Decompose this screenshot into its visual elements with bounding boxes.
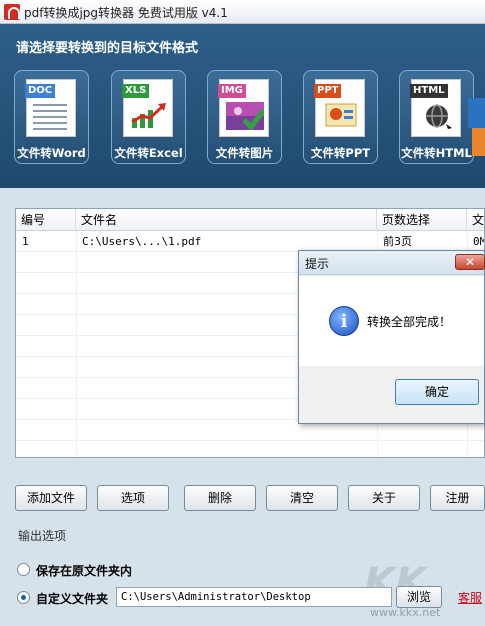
app-icon xyxy=(4,4,20,20)
output-path-input[interactable]: C:\Users\Administrator\Desktop xyxy=(116,587,392,607)
format-header: 请选择要转换到的目标文件格式 DOC 文件转Word XLS 文件转Excel … xyxy=(0,24,485,188)
row-filename: C:\Users\...\1.pdf xyxy=(82,235,202,248)
chart-arrow-icon xyxy=(131,103,166,128)
save-original-radio[interactable] xyxy=(17,563,30,576)
slide-icon xyxy=(325,103,357,127)
custom-folder-label[interactable]: 自定义文件夹 xyxy=(36,590,108,607)
row-index: 1 xyxy=(22,235,29,248)
format-tile-label: 文件转PPT xyxy=(310,146,371,160)
save-original-label[interactable]: 保存在原文件夹内 xyxy=(36,562,132,579)
dialog-body: i 转换全部完成！ xyxy=(299,276,484,366)
support-link[interactable]: 客服 xyxy=(458,589,482,606)
column-header-index[interactable]: 编号 xyxy=(16,209,76,231)
globe-icon xyxy=(426,104,452,129)
excel-doc-icon: XLS xyxy=(122,79,173,137)
info-icon: i xyxy=(329,306,359,336)
table-row[interactable]: 1 C:\Users\...\1.pdf 前3页 0M xyxy=(16,231,484,252)
format-tile-image[interactable]: IMG 文件转图片 xyxy=(207,70,282,164)
ok-button[interactable]: 确定 xyxy=(395,379,479,405)
brand-logo-partial xyxy=(468,98,485,158)
output-section-title: 输出选项 xyxy=(18,529,67,543)
dialog-title: 提示 xyxy=(305,257,330,271)
format-tile-label: 文件转HTML xyxy=(401,146,472,160)
close-icon[interactable]: ✕ xyxy=(455,254,485,270)
title-bar: pdf转换成jpg转换器 免费试用版 v4.1 xyxy=(0,0,485,24)
window-title: pdf转换成jpg转换器 免费试用版 v4.1 xyxy=(24,6,228,20)
clear-button[interactable]: 清空 xyxy=(266,485,338,511)
format-tile-label: 文件转Word xyxy=(17,146,86,160)
column-header-filename[interactable]: 文件名 xyxy=(76,209,377,231)
about-button[interactable]: 关于 xyxy=(348,485,420,511)
delete-button[interactable]: 删除 xyxy=(184,485,256,511)
dialog-title-bar: 提示 ✕ xyxy=(299,251,485,275)
image-doc-icon: IMG xyxy=(218,79,269,137)
row-status: 0M xyxy=(473,235,485,248)
register-button[interactable]: 注册 xyxy=(430,485,485,511)
format-tile-label: 文件转Excel xyxy=(114,146,183,160)
format-tile-label: 文件转图片 xyxy=(215,146,274,160)
ppt-doc-icon: PPT xyxy=(314,79,365,137)
format-tile-ppt[interactable]: PPT 文件转PPT xyxy=(303,70,378,164)
column-header-status[interactable]: 文 xyxy=(467,209,484,231)
format-heading: 请选择要转换到的目标文件格式 xyxy=(16,41,199,56)
format-tile-word[interactable]: DOC 文件转Word xyxy=(14,70,89,164)
word-doc-icon: DOC xyxy=(25,79,76,137)
table-header: 编号 文件名 页数选择 文 xyxy=(16,209,484,231)
row-pages[interactable]: 前3页 xyxy=(377,231,467,252)
completion-dialog: 提示 ✕ i 转换全部完成！ 确定 xyxy=(298,250,485,424)
options-button[interactable]: 选项 xyxy=(97,485,169,511)
format-tile-html[interactable]: HTML 文件转HTML xyxy=(399,70,474,164)
browse-button[interactable]: 浏览 xyxy=(396,586,442,608)
add-file-button[interactable]: 添加文件 xyxy=(15,485,87,511)
dialog-message: 转换全部完成！ xyxy=(367,315,452,329)
column-header-pages[interactable]: 页数选择 xyxy=(377,209,467,231)
landscape-check-icon xyxy=(226,102,264,130)
html-doc-icon: HTML xyxy=(410,79,461,137)
custom-folder-radio[interactable] xyxy=(17,591,30,604)
format-tile-excel[interactable]: XLS 文件转Excel xyxy=(111,70,186,164)
